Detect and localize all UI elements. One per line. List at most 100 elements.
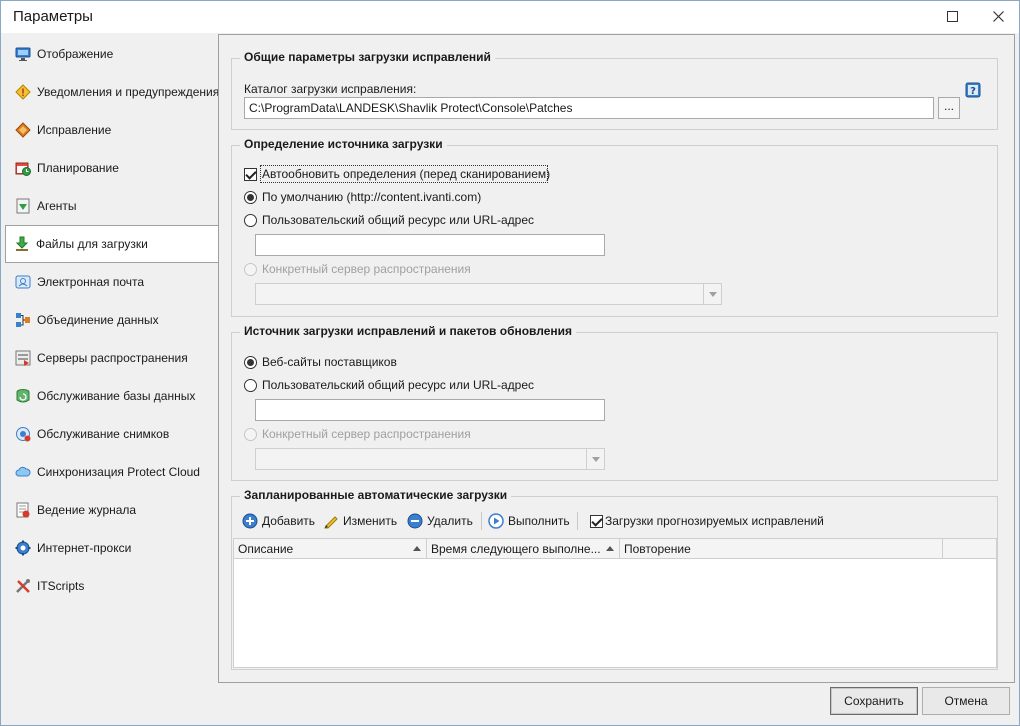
sidebar-item-patch[interactable]: Исправление [7, 111, 219, 149]
sidebar-item-downloads[interactable]: Файлы для загрузки [5, 225, 219, 263]
chevron-down-icon [586, 449, 604, 469]
sidebar-item-label: Исправление [37, 123, 112, 137]
email-icon [15, 274, 31, 290]
tools-icon [15, 578, 31, 594]
pencil-icon [323, 513, 339, 529]
patch-source-group: Источник загрузки исправлений и пакетов … [231, 324, 998, 481]
data-merge-icon [15, 312, 31, 328]
remove-icon [407, 513, 423, 529]
edit-label: Изменить [343, 514, 398, 528]
vendor-sites-label[interactable]: Веб-сайты поставщиков [262, 355, 397, 369]
patch-custom-label[interactable]: Пользовательский общий ресурс или URL-ад… [262, 378, 534, 392]
close-button[interactable] [975, 1, 1020, 32]
delete-label: Удалить [427, 514, 473, 528]
sidebar-item-label: Уведомления и предупреждения [37, 85, 220, 99]
maximize-button[interactable] [929, 1, 975, 32]
sidebar-item-scheduling[interactable]: Планирование [7, 149, 219, 187]
sidebar-item-label: Файлы для загрузки [36, 237, 148, 251]
sidebar-item-label: Синхронизация Protect Cloud [37, 465, 200, 479]
maximize-icon [946, 11, 958, 22]
sidebar-item-logging[interactable]: Ведение журнала [7, 491, 219, 529]
sidebar-item-proxy[interactable]: Интернет-прокси [7, 529, 219, 567]
dist-server-label: Конкретный сервер распространения [262, 262, 471, 276]
group-title: Запланированные автоматические загрузки [240, 488, 512, 502]
custom-source-input[interactable] [255, 234, 605, 256]
default-source-radio[interactable] [244, 191, 257, 204]
settings-panel: Общие параметры загрузки исправлений Кат… [218, 34, 1015, 683]
delete-button[interactable]: Удалить [407, 511, 473, 531]
custom-source-label[interactable]: Пользовательский общий ресурс или URL-ад… [262, 213, 534, 227]
default-source-label[interactable]: По умолчанию (http://content.ivanti.com) [262, 190, 481, 204]
sidebar-item-db-maintenance[interactable]: Обслуживание базы данных [7, 377, 219, 415]
save-button[interactable]: Сохранить [830, 687, 918, 715]
sidebar-item-label: Агенты [37, 199, 77, 213]
sidebar-item-label: Электронная почта [37, 275, 145, 289]
group-title: Общие параметры загрузки исправлений [240, 50, 495, 64]
sidebar-item-itscripts[interactable]: ITScripts [7, 567, 219, 605]
sort-asc-icon [606, 546, 614, 551]
table-header: Описание Время следующего выполне... Пов… [234, 539, 996, 559]
column-header-next-run[interactable]: Время следующего выполне... [427, 539, 620, 559]
predictive-checkbox[interactable] [590, 515, 603, 528]
cloud-icon [15, 464, 31, 480]
column-label: Описание [238, 542, 294, 556]
definition-source-group: Определение источника загрузки Автообнов… [231, 137, 998, 317]
sidebar-item-agents[interactable]: Агенты [7, 187, 219, 225]
sidebar-item-notifications[interactable]: Уведомления и предупреждения [7, 73, 219, 111]
download-icon [14, 236, 30, 252]
sidebar-item-snapshot[interactable]: Обслуживание снимков [7, 415, 219, 453]
snapshot-icon [15, 426, 31, 442]
edit-button[interactable]: Изменить [323, 511, 397, 531]
window-title: Параметры [13, 8, 93, 25]
custom-source-radio[interactable] [244, 214, 257, 227]
proxy-gear-icon [15, 540, 31, 556]
sidebar-item-dist-servers[interactable]: Серверы распространения [7, 339, 219, 377]
cancel-button[interactable]: Отмена [922, 687, 1010, 715]
patch-custom-radio[interactable] [244, 379, 257, 392]
sidebar-nav: Отображение Уведомления и предупреждения… [1, 34, 219, 684]
browse-button[interactable]: ... [938, 97, 960, 119]
sort-asc-icon [413, 546, 421, 551]
patch-dist-server-select[interactable] [255, 448, 605, 470]
patch-diamond-icon [15, 122, 31, 138]
toolbar-separator [481, 512, 482, 530]
column-header-description[interactable]: Описание [234, 539, 427, 559]
play-icon [488, 513, 504, 529]
auto-update-label[interactable]: Автообновить определения (перед сканиров… [262, 167, 550, 181]
sidebar-item-data-merge[interactable]: Объединение данных [7, 301, 219, 339]
download-folder-input[interactable]: C:\ProgramData\LANDESK\Shavlik Protect\C… [244, 97, 934, 119]
patch-dist-server-radio[interactable] [244, 428, 257, 441]
sidebar-item-email[interactable]: Электронная почта [7, 263, 219, 301]
schedule-icon [15, 160, 31, 176]
vendor-sites-radio[interactable] [244, 356, 257, 369]
monitor-icon [15, 46, 31, 62]
dist-server-select[interactable] [255, 283, 722, 305]
log-icon [15, 502, 31, 518]
auto-update-checkbox[interactable] [244, 168, 257, 181]
sidebar-item-label: Отображение [37, 47, 114, 61]
sidebar-item-label: Интернет-прокси [37, 541, 132, 555]
add-button[interactable]: Добавить [242, 511, 315, 531]
run-button[interactable]: Выполнить [488, 511, 570, 531]
folder-label: Каталог загрузки исправления: [244, 82, 417, 96]
chevron-down-icon [703, 284, 721, 304]
predictive-label[interactable]: Загрузки прогнозируемых исправлений [605, 514, 824, 528]
sidebar-item-display[interactable]: Отображение [7, 35, 219, 73]
sidebar-item-label: Серверы распространения [37, 351, 188, 365]
run-label: Выполнить [508, 514, 570, 528]
patch-custom-input[interactable] [255, 399, 605, 421]
sidebar-item-label: Объединение данных [37, 313, 159, 327]
sidebar-item-label: ITScripts [37, 579, 85, 593]
dist-server-radio[interactable] [244, 263, 257, 276]
sidebar-item-label: Планирование [37, 161, 119, 175]
column-header-recurrence[interactable]: Повторение [620, 539, 943, 559]
warning-icon [15, 84, 31, 100]
scheduled-downloads-group: Запланированные автоматические загрузки … [231, 488, 998, 670]
column-label: Время следующего выполне... [431, 542, 601, 556]
sidebar-item-cloud-sync[interactable]: Синхронизация Protect Cloud [7, 453, 219, 491]
add-label: Добавить [262, 514, 316, 528]
toolbar-separator [577, 512, 578, 530]
add-icon [242, 513, 258, 529]
group-title: Источник загрузки исправлений и пакетов … [240, 324, 577, 338]
help-icon[interactable]: ? [965, 82, 981, 98]
